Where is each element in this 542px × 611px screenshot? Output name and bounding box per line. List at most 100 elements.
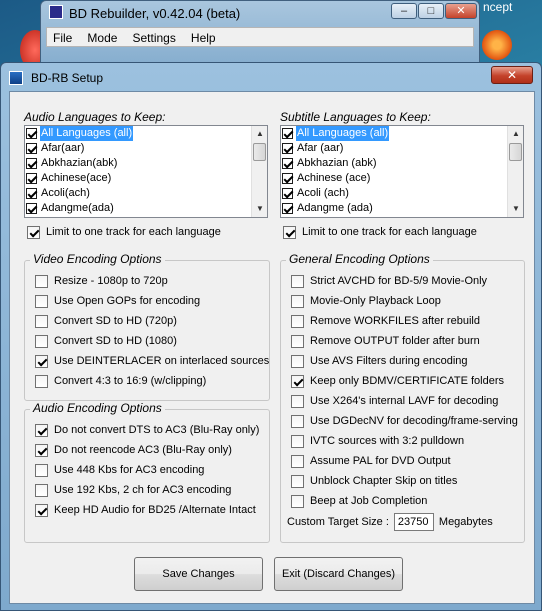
convert-sd-to-hd-720p-checkbox[interactable]: Convert SD to HD (720p) [35, 313, 177, 329]
checkbox-icon[interactable] [35, 294, 48, 308]
checkbox-icon[interactable] [27, 225, 40, 239]
unblock-chapter-skip-on-titles-checkbox[interactable]: Unblock Chapter Skip on titles [291, 473, 457, 489]
minimize-button[interactable]: – [391, 3, 417, 19]
scroll-thumb[interactable] [253, 143, 266, 161]
audio-language-list-item[interactable]: Adangme(ada) [25, 201, 267, 216]
checkbox-icon[interactable] [282, 128, 293, 139]
custom-target-size-unit: Megabytes [438, 516, 493, 528]
checkbox-icon[interactable] [282, 173, 293, 184]
checkbox-icon[interactable] [291, 434, 304, 448]
ivtc-sources-with-3-2-pulldown-checkbox[interactable]: IVTC sources with 3:2 pulldown [291, 433, 464, 449]
scroll-down-icon[interactable]: ▼ [508, 201, 523, 217]
subtitle-languages-list[interactable]: All Languages (all) Afar (aar) Abkhazian (… [280, 125, 524, 218]
audio-language-list-item[interactable]: Acoli(ach) [25, 186, 267, 201]
subtitle-limit-one-track-checkbox[interactable]: Limit to one track for each language [283, 224, 477, 240]
strict-avchd-for-bd-5-9-movie-only-checkbox[interactable]: Strict AVCHD for BD-5/9 Movie-Only [291, 273, 487, 289]
beep-at-job-completion-checkbox[interactable]: Beep at Job Completion [291, 493, 427, 509]
use-open-gops-for-encoding-checkbox[interactable]: Use Open GOPs for encoding [35, 293, 200, 309]
checkbox-icon[interactable] [26, 173, 37, 184]
checkbox-icon[interactable] [282, 203, 293, 214]
use-avs-filters-during-encoding-checkbox[interactable]: Use AVS Filters during encoding [291, 353, 468, 369]
scroll-down-icon[interactable]: ▼ [252, 201, 267, 217]
subtitle-language-list-item[interactable]: Acoli (ach) [281, 186, 523, 201]
checkbox-icon[interactable] [291, 354, 304, 368]
checkbox-icon[interactable] [35, 334, 48, 348]
subtitle-language-list-item[interactable]: Adangme (ada) [281, 201, 523, 216]
checkbox-icon[interactable] [35, 503, 48, 517]
checkbox-icon[interactable] [291, 394, 304, 408]
keep-only-bdmv-certificate-folders-checkbox[interactable]: Keep only BDMV/CERTIFICATE folders [291, 373, 504, 389]
remove-workfiles-after-rebuild-checkbox[interactable]: Remove WORKFILES after rebuild [291, 313, 480, 329]
maximize-button[interactable]: □ [418, 3, 444, 19]
save-changes-button[interactable]: Save Changes [134, 557, 263, 591]
checkbox-icon[interactable] [283, 225, 296, 239]
movie-only-playback-loop-checkbox[interactable]: Movie-Only Playback Loop [291, 293, 441, 309]
custom-target-size-row: Custom Target Size : Megabytes [287, 513, 493, 531]
checkbox-icon[interactable] [35, 354, 48, 368]
checkbox-icon[interactable] [26, 158, 37, 169]
assume-pal-for-dvd-output-checkbox[interactable]: Assume PAL for DVD Output [291, 453, 451, 469]
checkbox-icon[interactable] [282, 188, 293, 199]
audio-languages-list[interactable]: All Languages (all) Afar(aar) Abkhazian(ab… [24, 125, 268, 218]
audio-list-scrollbar[interactable]: ▲ ▼ [251, 126, 267, 217]
checkbox-icon[interactable] [26, 188, 37, 199]
checkbox-icon[interactable] [291, 454, 304, 468]
exit-discard-changes-button[interactable]: Exit (Discard Changes) [274, 557, 403, 591]
menu-help[interactable]: Help [185, 28, 222, 48]
use-192-kbs-2-ch-for-ac3-encoding-checkbox[interactable]: Use 192 Kbs, 2 ch for AC3 encoding [35, 482, 231, 498]
audio-language-list-item[interactable]: Achinese(ace) [25, 171, 267, 186]
use-dgdecnv-for-decoding-frame-serving-checkbox[interactable]: Use DGDecNV for decoding/frame-serving [291, 413, 518, 429]
scroll-up-icon[interactable]: ▲ [508, 126, 523, 142]
do-not-reencode-ac3-blu-ray-only-checkbox[interactable]: Do not reencode AC3 (Blu-Ray only) [35, 442, 232, 458]
dialog-close-button[interactable]: ✕ [491, 66, 533, 84]
checkbox-icon[interactable] [35, 274, 48, 288]
checkbox-icon[interactable] [291, 314, 304, 328]
checkbox-icon[interactable] [291, 294, 304, 308]
checkbox-icon[interactable] [291, 334, 304, 348]
convert-sd-to-hd-1080-checkbox[interactable]: Convert SD to HD (1080) [35, 333, 177, 349]
custom-target-size-input[interactable] [393, 513, 434, 531]
subtitle-language-list-item[interactable]: Achinese (ace) [281, 171, 523, 186]
use-x264-s-internal-lavf-for-decoding-checkbox[interactable]: Use X264's internal LAVF for decoding [291, 393, 498, 409]
checkbox-icon[interactable] [291, 374, 304, 388]
checkbox-icon[interactable] [291, 274, 304, 288]
background-app-title: BD Rebuilder, v0.42.04 (beta) [69, 6, 241, 21]
checkbox-icon[interactable] [35, 443, 48, 457]
do-not-convert-dts-to-ac3-blu-ray-only-checkbox[interactable]: Do not convert DTS to AC3 (Blu-Ray only) [35, 422, 259, 438]
audio-language-list-item[interactable]: All Languages (all) [25, 126, 267, 141]
audio-language-list-item[interactable]: Afar(aar) [25, 141, 267, 156]
menu-settings[interactable]: Settings [127, 28, 182, 48]
checkbox-icon[interactable] [291, 474, 304, 488]
use-448-kbs-for-ac3-encoding-checkbox[interactable]: Use 448 Kbs for AC3 encoding [35, 462, 204, 478]
checkbox-icon[interactable] [282, 158, 293, 169]
checkbox-icon[interactable] [26, 203, 37, 214]
subtitle-language-list-item[interactable]: All Languages (all) [281, 126, 523, 141]
checkbox-icon[interactable] [35, 314, 48, 328]
checkbox-icon[interactable] [282, 143, 293, 154]
dialog-title-bar[interactable]: BD-RB Setup ✕ [1, 63, 541, 91]
checkbox-icon[interactable] [35, 423, 48, 437]
checkbox-icon[interactable] [35, 374, 48, 388]
scroll-up-icon[interactable]: ▲ [252, 126, 267, 142]
checkbox-icon[interactable] [26, 143, 37, 154]
menu-mode[interactable]: Mode [81, 28, 123, 48]
remove-output-folder-after-burn-checkbox[interactable]: Remove OUTPUT folder after burn [291, 333, 480, 349]
subtitle-list-scrollbar[interactable]: ▲ ▼ [507, 126, 523, 217]
keep-hd-audio-for-bd25-alternate-intact-checkbox[interactable]: Keep HD Audio for BD25 /Alternate Intact [35, 502, 256, 518]
option-label: Use 448 Kbs for AC3 encoding [54, 464, 205, 476]
scroll-thumb[interactable] [509, 143, 522, 161]
subtitle-language-list-item[interactable]: Abkhazian (abk) [281, 156, 523, 171]
checkbox-icon[interactable] [35, 463, 48, 477]
checkbox-icon[interactable] [26, 128, 37, 139]
audio-language-list-item[interactable]: Abkhazian(abk) [25, 156, 267, 171]
menu-file[interactable]: File [47, 28, 78, 48]
background-close-button[interactable]: ✕ [445, 3, 477, 19]
checkbox-icon[interactable] [291, 494, 304, 508]
checkbox-icon[interactable] [291, 414, 304, 428]
subtitle-language-list-item[interactable]: Afar (aar) [281, 141, 523, 156]
use-deinterlacer-on-interlaced-sources-checkbox[interactable]: Use DEINTERLACER on interlaced sources [35, 353, 269, 369]
checkbox-icon[interactable] [35, 483, 48, 497]
resize-1080p-to-720p-checkbox[interactable]: Resize - 1080p to 720p [35, 273, 168, 289]
convert-4-3-to-16-9-w-clipping-checkbox[interactable]: Convert 4:3 to 16:9 (w/clipping) [35, 373, 206, 389]
audio-limit-one-track-checkbox[interactable]: Limit to one track for each language [27, 224, 221, 240]
